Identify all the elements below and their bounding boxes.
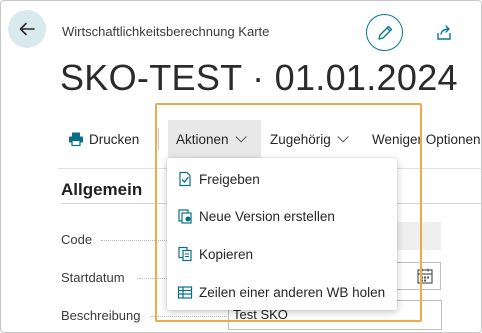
related-menu-button[interactable]: Zugehörig: [270, 120, 349, 158]
leader-dots: [151, 316, 231, 317]
menu-item-get-lines[interactable]: Zeilen einer anderen WB holen: [167, 277, 397, 307]
menu-item-copy[interactable]: Kopieren: [167, 239, 397, 269]
edit-button[interactable]: [366, 14, 403, 51]
fewer-options-button[interactable]: Weniger Optionen: [372, 120, 481, 158]
arrow-left-icon: [19, 22, 35, 36]
share-icon: [437, 25, 451, 40]
new-version-icon: [178, 209, 192, 224]
field-label-code: Code: [61, 232, 431, 247]
page-caption: Wirtschaftlichkeitsberechnung Karte: [62, 24, 270, 39]
actions-menu-button[interactable]: Aktionen: [168, 120, 261, 158]
copy-document-icon: [178, 246, 192, 262]
menu-item-label: Kopieren: [199, 246, 254, 262]
print-button[interactable]: Drucken: [68, 120, 139, 158]
back-button[interactable]: [8, 10, 46, 48]
chevron-down-icon: [337, 131, 349, 143]
action-bar: Drucken Aktionen Zugehörig Weniger Optio…: [58, 120, 482, 158]
calendar-icon[interactable]: [416, 267, 434, 285]
code-label: Code: [61, 232, 93, 247]
section-title-general[interactable]: Allgemein: [61, 180, 142, 200]
get-lines-icon: [177, 286, 193, 299]
printer-icon: [69, 132, 83, 147]
field-label-start-date: Startdatum: [61, 270, 431, 285]
record-title: SKO-TEST · 01.01.2024: [60, 57, 458, 98]
description-label: Beschreibung: [61, 308, 141, 323]
start-date-label: Startdatum: [61, 270, 125, 285]
print-label: Drucken: [89, 131, 140, 147]
pencil-icon: [377, 25, 392, 40]
share-button[interactable]: [433, 22, 455, 44]
field-label-description: Beschreibung: [61, 308, 231, 323]
chevron-down-icon: [235, 131, 247, 143]
menu-item-new-version[interactable]: Neue Version erstellen: [167, 201, 397, 231]
related-label: Zugehörig: [270, 131, 331, 147]
approve-document-icon: [179, 171, 191, 187]
menu-item-approve[interactable]: Freigeben: [167, 164, 397, 194]
toolbar-separator: [158, 128, 159, 150]
menu-item-label: Zeilen einer anderen WB holen: [199, 284, 386, 300]
menu-item-label: Neue Version erstellen: [199, 208, 335, 224]
fewer-options-label: Weniger Optionen: [372, 131, 481, 147]
actions-dropdown-menu: Freigeben Neue Version erstellen Kopiere…: [167, 158, 397, 310]
menu-item-label: Freigeben: [199, 171, 260, 187]
code-field[interactable]: [395, 222, 441, 250]
actions-label: Aktionen: [176, 131, 229, 147]
